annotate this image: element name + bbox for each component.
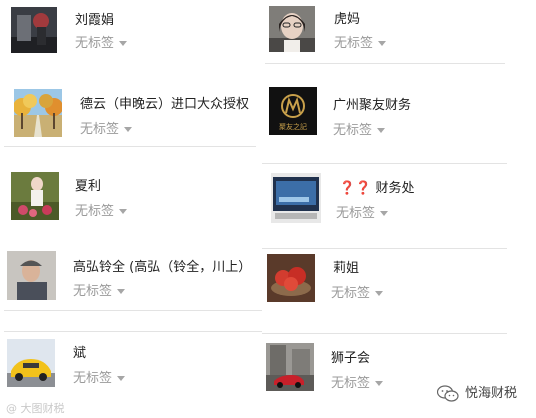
tag-label: 无标签 xyxy=(80,122,120,137)
avatar xyxy=(267,254,315,302)
chevron-down-icon xyxy=(117,289,126,294)
logo-text: 聚友之記 xyxy=(279,122,307,131)
tag-dropdown[interactable]: 无标签 xyxy=(80,118,133,137)
tag-label: 无标签 xyxy=(331,376,371,391)
avatar xyxy=(14,89,62,137)
tag-dropdown[interactable]: 无标签 xyxy=(331,282,384,301)
divider xyxy=(262,333,507,334)
divider xyxy=(4,146,256,147)
tag-label: 无标签 xyxy=(75,204,115,219)
chevron-down-icon xyxy=(119,41,128,46)
divider xyxy=(265,63,505,64)
tag-dropdown[interactable]: 无标签 xyxy=(334,32,387,51)
tag-dropdown[interactable]: 无标签 xyxy=(73,367,126,386)
tag-label: 无标签 xyxy=(336,206,376,221)
avatar xyxy=(271,173,321,223)
avatar xyxy=(7,251,56,300)
chevron-down-icon xyxy=(124,127,133,132)
contact-name-text: 财务处 xyxy=(375,181,415,196)
tag-label: 无标签 xyxy=(331,286,371,301)
contact-name[interactable]: 高弘铃全 (高弘（铃全，川上） xyxy=(73,256,251,275)
contact-name[interactable]: 夏利 xyxy=(75,175,101,194)
contact-name[interactable]: 虎妈 xyxy=(334,8,360,27)
contact-name[interactable]: 斌 xyxy=(73,342,86,361)
tag-dropdown[interactable]: 无标签 xyxy=(75,32,128,51)
tag-dropdown[interactable]: 无标签 xyxy=(73,280,126,299)
avatar xyxy=(266,343,314,391)
chevron-down-icon xyxy=(380,211,389,216)
brand-name: 悦海财税 xyxy=(465,386,518,401)
tag-label: 无标签 xyxy=(334,36,374,51)
wechat-icon xyxy=(436,384,459,403)
divider xyxy=(262,248,507,249)
tag-dropdown[interactable]: 无标签 xyxy=(336,202,389,221)
avatar xyxy=(11,7,57,53)
tag-dropdown[interactable]: 无标签 xyxy=(331,372,384,391)
tag-label: 无标签 xyxy=(73,284,113,299)
divider xyxy=(4,310,262,311)
tag-label: 无标签 xyxy=(73,371,113,386)
contact-name[interactable]: 德云（申晚云）进口大众授权 xyxy=(80,93,249,112)
brand-watermark: 悦海财税 xyxy=(436,382,518,403)
avatar xyxy=(7,339,55,387)
chevron-down-icon xyxy=(375,381,384,386)
divider xyxy=(262,163,507,164)
contact-name[interactable]: 狮子会 xyxy=(331,347,370,366)
chevron-down-icon xyxy=(377,128,386,133)
contact-name[interactable]: 刘霞娟 xyxy=(75,9,114,28)
tag-dropdown[interactable]: 无标签 xyxy=(333,119,386,138)
chevron-down-icon xyxy=(119,209,128,214)
chevron-down-icon xyxy=(378,41,387,46)
divider xyxy=(4,331,262,332)
tag-dropdown[interactable]: 无标签 xyxy=(75,200,128,219)
contact-name[interactable]: 莉姐 xyxy=(333,257,359,276)
question-mark-icon: ❓❓ xyxy=(339,181,372,196)
chevron-down-icon xyxy=(375,291,384,296)
contact-name[interactable]: ❓❓ 财务处 xyxy=(339,177,415,196)
chevron-down-icon xyxy=(117,376,126,381)
avatar: 聚友之記 xyxy=(269,87,317,135)
tag-label: 无标签 xyxy=(75,36,115,51)
watermark-text: @ 大图财税 xyxy=(6,402,65,415)
avatar xyxy=(269,6,315,52)
contact-name[interactable]: 广州聚友财务 xyxy=(333,94,411,113)
tag-label: 无标签 xyxy=(333,123,373,138)
avatar xyxy=(11,172,59,220)
